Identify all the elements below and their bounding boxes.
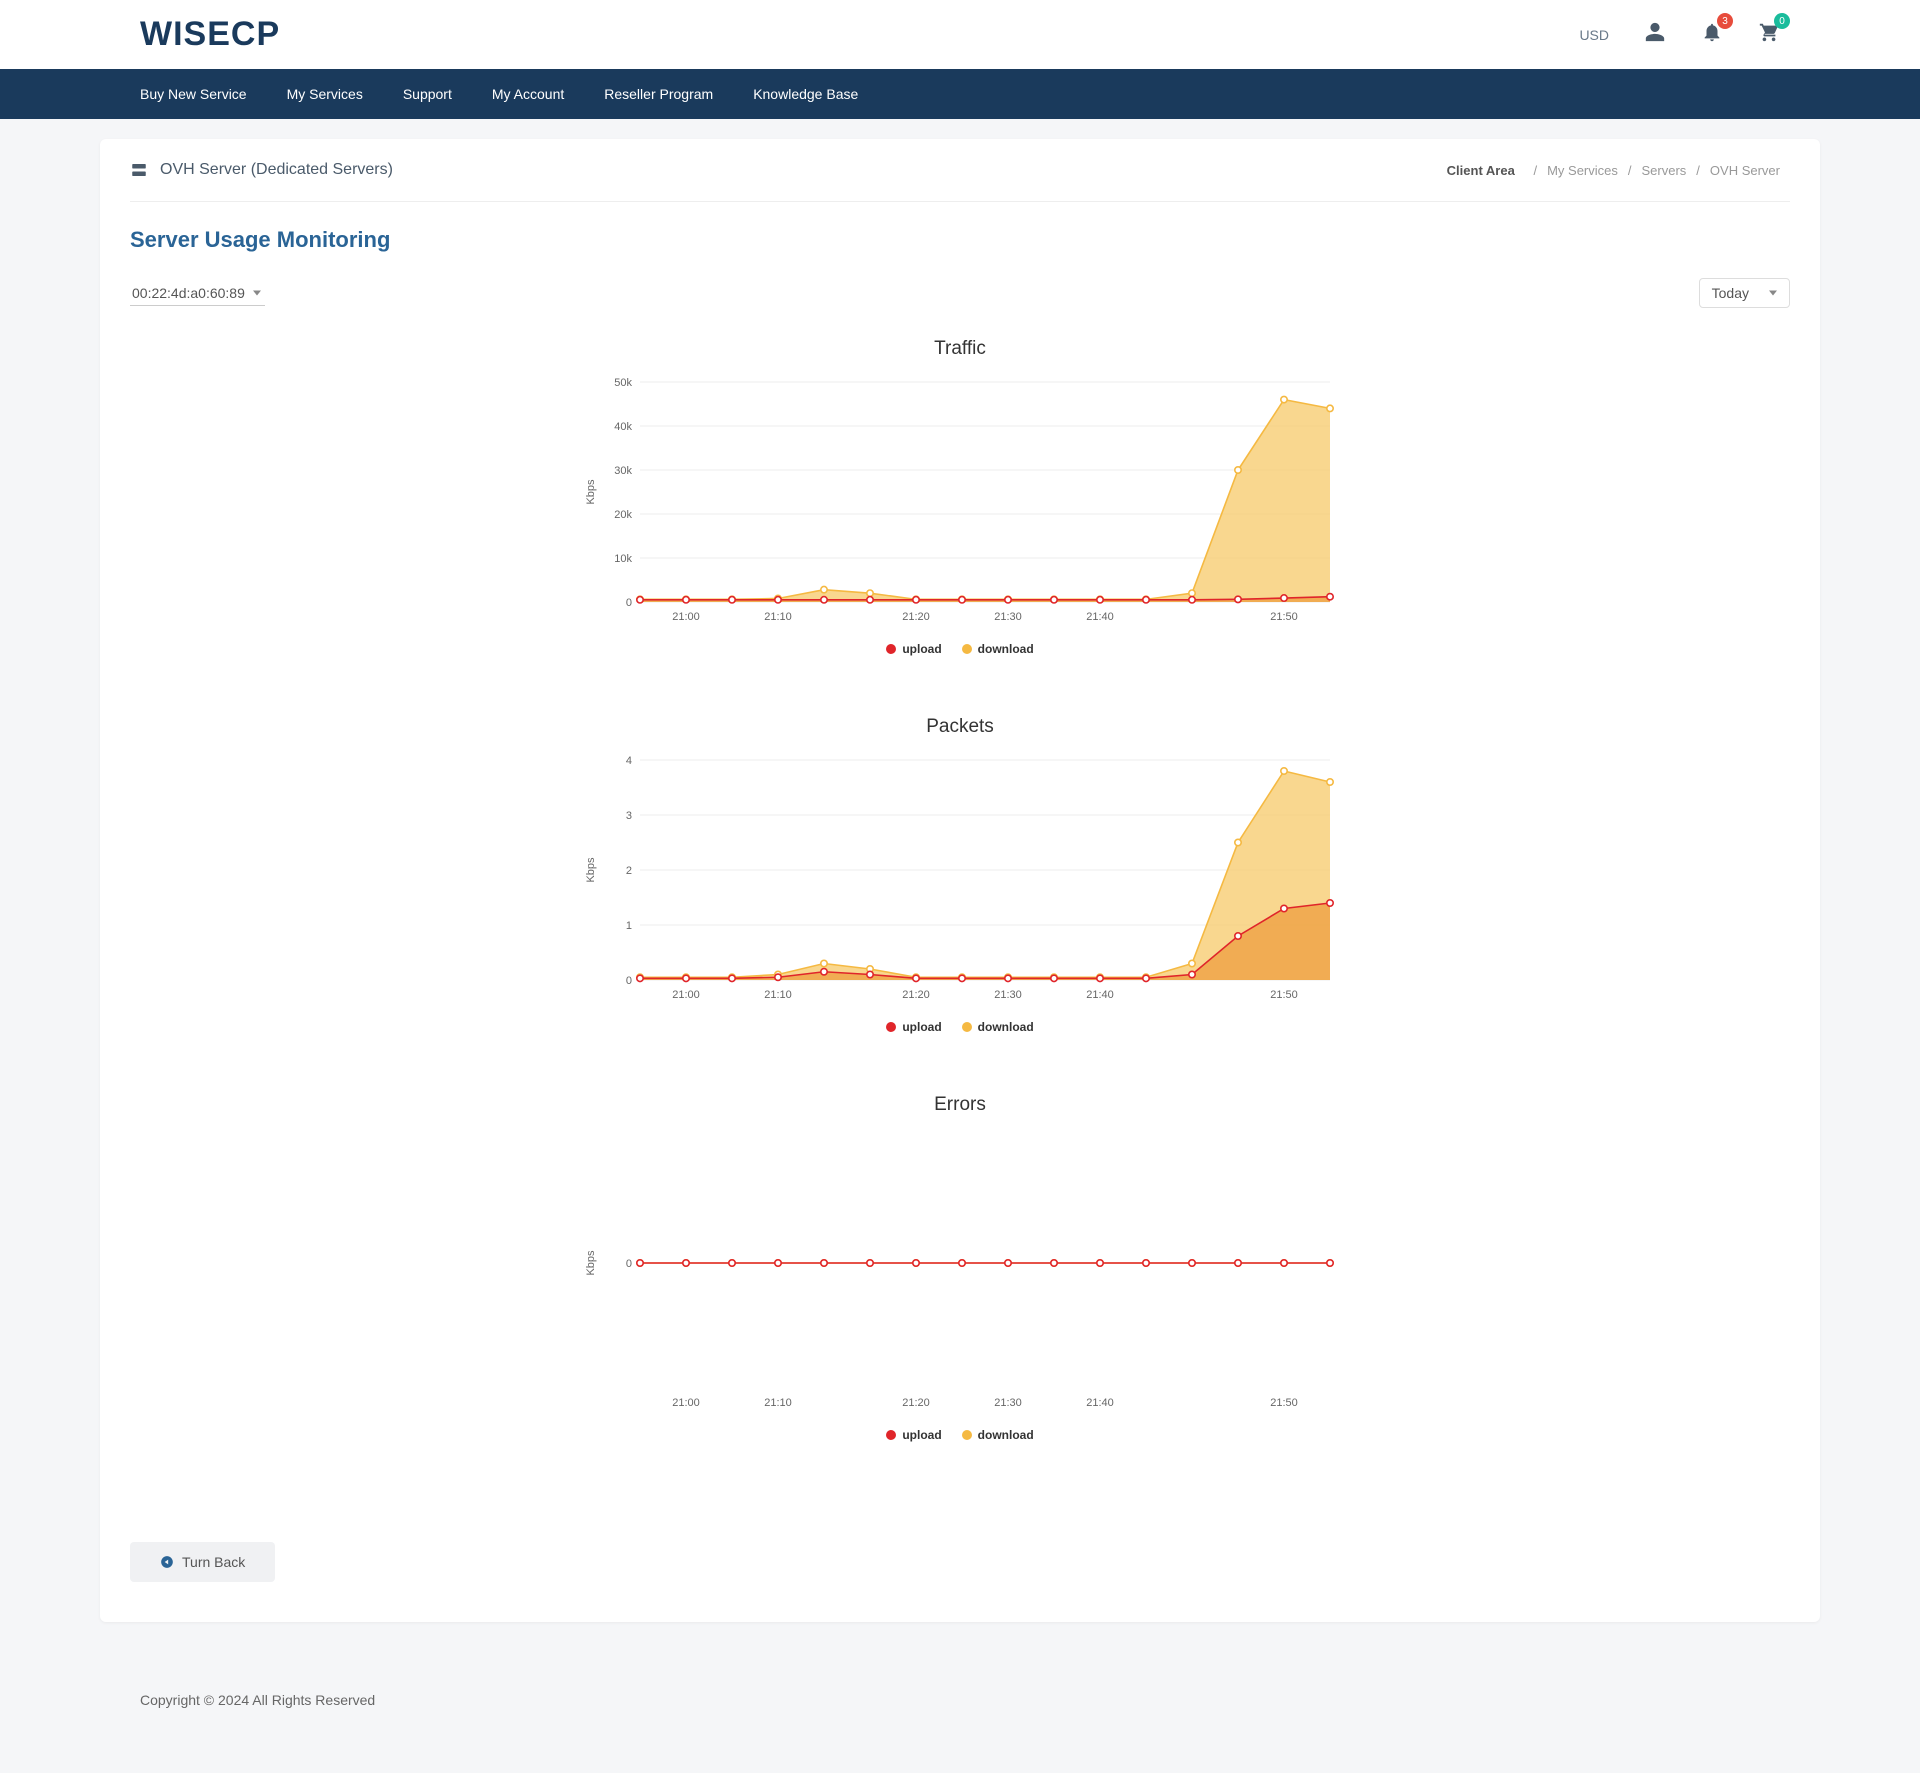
legend-download[interactable]: download bbox=[962, 1020, 1034, 1034]
svg-text:Kbps: Kbps bbox=[585, 479, 597, 505]
svg-text:21:20: 21:20 bbox=[902, 1397, 930, 1409]
svg-text:21:40: 21:40 bbox=[1086, 611, 1114, 623]
svg-text:21:10: 21:10 bbox=[764, 1397, 792, 1409]
svg-text:21:10: 21:10 bbox=[764, 989, 792, 1001]
svg-text:2: 2 bbox=[626, 865, 632, 877]
nav-item-1[interactable]: My Services bbox=[287, 69, 363, 119]
footer-copyright: Copyright © 2024 All Rights Reserved bbox=[100, 1692, 1820, 1708]
chart-1: 0 1 2 3 4 Kbps 21:00 21:10 21:20 21:30 21:40 21:50 bbox=[580, 750, 1340, 1010]
svg-text:4: 4 bbox=[626, 755, 632, 767]
svg-text:21:30: 21:30 bbox=[994, 1397, 1022, 1409]
legend-download[interactable]: download bbox=[962, 1428, 1034, 1442]
logo[interactable]: WISECP bbox=[140, 15, 280, 54]
turn-back-button[interactable]: Turn Back bbox=[130, 1542, 275, 1582]
svg-text:21:50: 21:50 bbox=[1270, 989, 1298, 1001]
breadcrumb-item-0[interactable]: My Services bbox=[1547, 163, 1618, 178]
chart-legend-2: upload download bbox=[180, 1428, 1740, 1442]
chart-title-0: Traffic bbox=[180, 338, 1740, 360]
nav-item-5[interactable]: Knowledge Base bbox=[753, 69, 858, 119]
svg-text:21:30: 21:30 bbox=[994, 989, 1022, 1001]
nav-item-0[interactable]: Buy New Service bbox=[140, 69, 247, 119]
svg-text:3: 3 bbox=[626, 810, 632, 822]
svg-text:0: 0 bbox=[626, 1258, 632, 1270]
chart-title-2: Errors bbox=[180, 1094, 1740, 1116]
main-nav: Buy New Service My Services Support My Acco… bbox=[0, 69, 1920, 119]
legend-upload[interactable]: upload bbox=[886, 642, 941, 656]
currency-selector[interactable]: USD bbox=[1579, 27, 1609, 43]
legend-download[interactable]: download bbox=[962, 642, 1034, 656]
svg-text:40k: 40k bbox=[614, 421, 632, 433]
svg-text:Kbps: Kbps bbox=[585, 857, 597, 883]
panel-title: OVH Server (Dedicated Servers) bbox=[160, 161, 393, 179]
cart-icon[interactable]: 0 bbox=[1758, 21, 1780, 48]
user-icon[interactable] bbox=[1644, 21, 1666, 48]
svg-text:30k: 30k bbox=[614, 465, 632, 477]
svg-text:Kbps: Kbps bbox=[585, 1250, 597, 1276]
svg-text:1: 1 bbox=[626, 920, 632, 932]
svg-text:21:50: 21:50 bbox=[1270, 1397, 1298, 1409]
chart-legend-1: upload download bbox=[180, 1020, 1740, 1034]
nav-item-4[interactable]: Reseller Program bbox=[604, 69, 713, 119]
svg-text:21:50: 21:50 bbox=[1270, 611, 1298, 623]
top-header: WISECP USD 3 0 bbox=[0, 0, 1920, 69]
chart-title-1: Packets bbox=[180, 716, 1740, 738]
period-select[interactable]: Today bbox=[1699, 278, 1790, 308]
svg-text:21:10: 21:10 bbox=[764, 611, 792, 623]
notification-badge: 3 bbox=[1717, 13, 1733, 29]
legend-upload[interactable]: upload bbox=[886, 1428, 941, 1442]
svg-text:21:40: 21:40 bbox=[1086, 989, 1114, 1001]
svg-text:21:00: 21:00 bbox=[672, 611, 700, 623]
svg-text:21:40: 21:40 bbox=[1086, 1397, 1114, 1409]
chart-2: 0 Kbps 21:00 21:10 21:20 21:30 21:40 21:50 bbox=[580, 1128, 1340, 1418]
server-icon bbox=[130, 161, 148, 179]
breadcrumb-active[interactable]: Client Area bbox=[1447, 163, 1515, 178]
svg-text:50k: 50k bbox=[614, 377, 632, 389]
breadcrumb: Client Area /My Services/Servers/OVH Ser… bbox=[1442, 163, 1790, 178]
chart-0: 0 10k 20k 30k 40k 50k Kbps 21:00 21:10 21:20 21:30… bbox=[580, 372, 1340, 632]
back-arrow-icon bbox=[160, 1555, 174, 1569]
nav-item-3[interactable]: My Account bbox=[492, 69, 564, 119]
notification-icon[interactable]: 3 bbox=[1701, 21, 1723, 48]
cart-badge: 0 bbox=[1774, 13, 1790, 29]
breadcrumb-item-1[interactable]: Servers bbox=[1642, 163, 1687, 178]
chart-legend-0: upload download bbox=[180, 642, 1740, 656]
svg-text:21:00: 21:00 bbox=[672, 989, 700, 1001]
turn-back-label: Turn Back bbox=[182, 1554, 245, 1570]
svg-text:21:20: 21:20 bbox=[902, 989, 930, 1001]
svg-text:21:20: 21:20 bbox=[902, 611, 930, 623]
svg-text:0: 0 bbox=[626, 597, 632, 609]
svg-text:20k: 20k bbox=[614, 509, 632, 521]
nav-item-2[interactable]: Support bbox=[403, 69, 452, 119]
legend-upload[interactable]: upload bbox=[886, 1020, 941, 1034]
svg-text:0: 0 bbox=[626, 975, 632, 987]
svg-text:10k: 10k bbox=[614, 553, 632, 565]
section-title: Server Usage Monitoring bbox=[100, 202, 1820, 268]
svg-text:21:30: 21:30 bbox=[994, 611, 1022, 623]
main-panel: OVH Server (Dedicated Servers) Client Ar… bbox=[100, 139, 1820, 1622]
breadcrumb-item-2[interactable]: OVH Server bbox=[1710, 163, 1780, 178]
svg-text:21:00: 21:00 bbox=[672, 1397, 700, 1409]
mac-address-select[interactable]: 00:22:4d:a0:60:89 bbox=[130, 281, 265, 306]
